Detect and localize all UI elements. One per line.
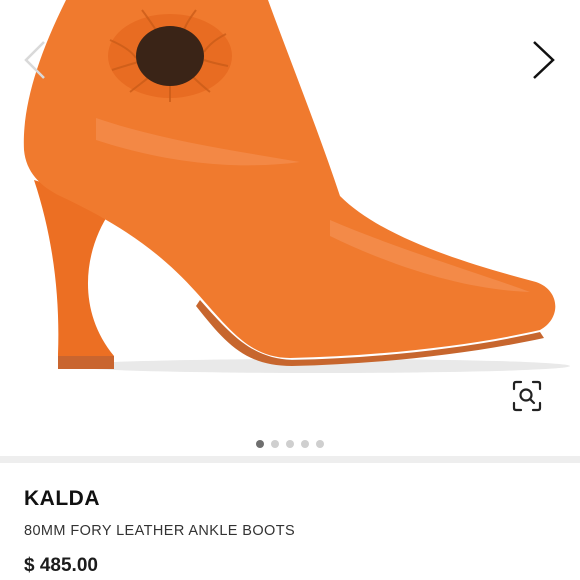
pagination-dot[interactable]	[271, 440, 279, 448]
product-image[interactable]	[0, 0, 580, 456]
cutout-hole	[136, 26, 204, 86]
visual-search-icon	[512, 380, 542, 412]
product-price: $ 485.00	[24, 555, 98, 576]
previous-image-button[interactable]	[14, 38, 58, 82]
product-info: KALDA 80MM FORY LEATHER ANKLE BOOTS $ 48…	[24, 486, 564, 577]
pagination-dot[interactable]	[316, 440, 324, 448]
chevron-left-icon	[24, 41, 45, 79]
product-page: KALDA 80MM FORY LEATHER ANKLE BOOTS $ 48…	[0, 0, 580, 580]
brand-name[interactable]: KALDA	[24, 486, 564, 512]
visual-search-button[interactable]	[506, 378, 548, 416]
product-image-gallery[interactable]	[0, 0, 580, 456]
pagination-dot[interactable]	[301, 440, 309, 448]
next-image-button[interactable]	[522, 38, 566, 82]
chevron-right-icon	[533, 41, 555, 79]
pagination-dot[interactable]	[256, 440, 264, 448]
product-title: 80MM FORY LEATHER ANKLE BOOTS	[24, 523, 296, 539]
pagination-dot[interactable]	[286, 440, 294, 448]
section-divider	[0, 456, 580, 463]
heel-tip	[58, 356, 114, 369]
image-pagination	[0, 437, 580, 451]
boot-body	[23, 0, 556, 358]
